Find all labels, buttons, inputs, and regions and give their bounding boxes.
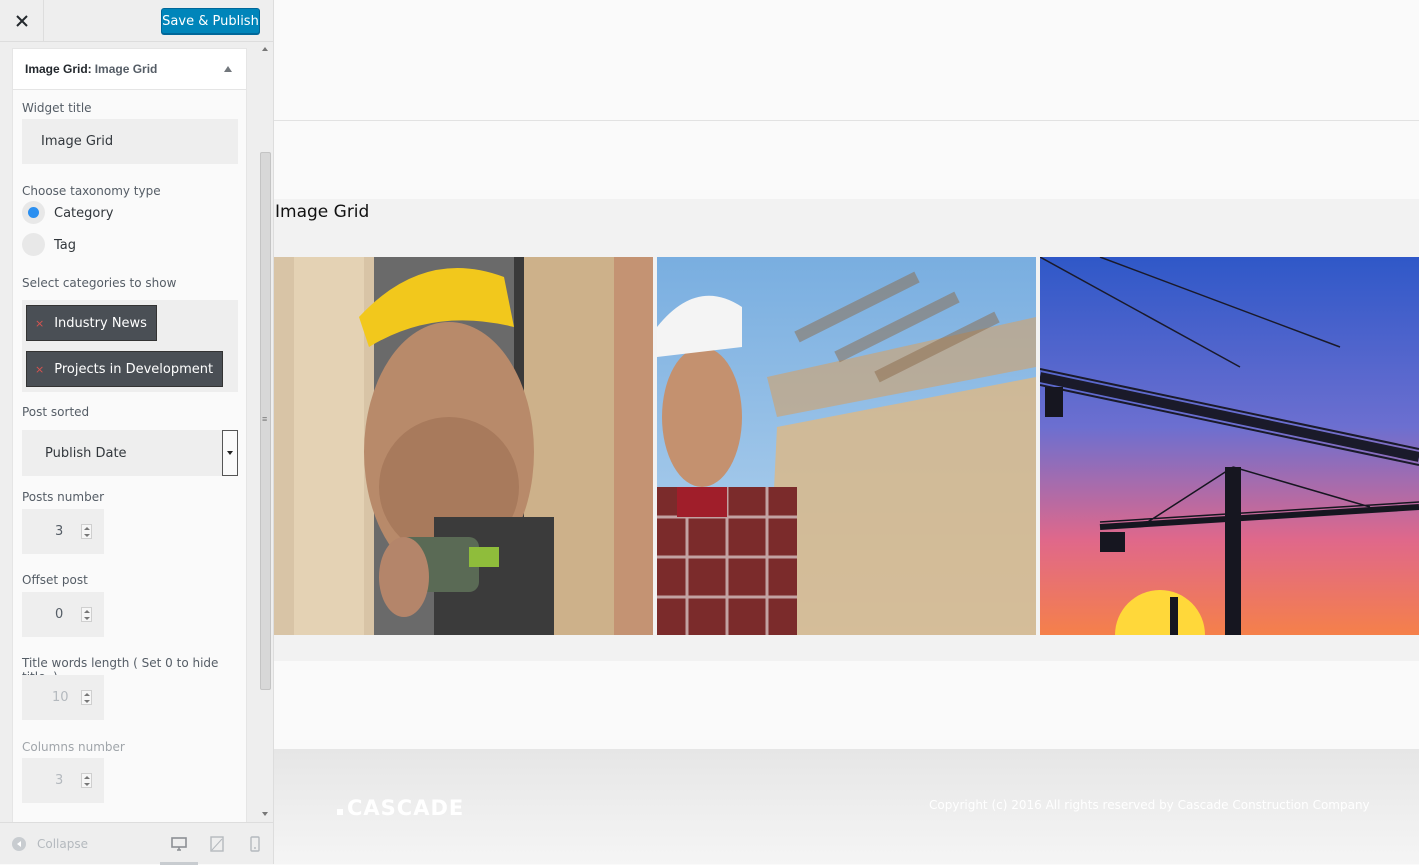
close-icon [15, 15, 28, 27]
offset-post-value: 0 [55, 607, 64, 622]
footer-copyright: Copyright (c) 2016 All rights reserved b… [929, 798, 1370, 812]
sidebar-footer: Collapse [0, 822, 273, 865]
collapse-arrow-icon[interactable] [224, 66, 232, 72]
category-tag-industry-news[interactable]: × Industry News [26, 305, 157, 341]
category-tag-projects[interactable]: × Projects in Development [26, 351, 224, 387]
post-sorted-label: Post sorted [22, 405, 90, 419]
header-divider [274, 120, 1419, 121]
site-logo[interactable]: CASCADE [337, 796, 464, 820]
post-sorted-value: Publish Date [45, 445, 127, 461]
collapse-button[interactable]: Collapse [12, 837, 88, 851]
number-spinner[interactable] [81, 524, 92, 539]
radio-category[interactable] [22, 201, 45, 224]
number-spinner[interactable] [81, 607, 92, 622]
customizer-sidebar: Save & Publish Image Grid: Image Grid Wi… [0, 0, 274, 865]
sidebar-header: Save & Publish [0, 0, 273, 42]
posts-number-input[interactable]: 3 [22, 509, 104, 554]
close-button[interactable] [0, 0, 44, 42]
logo-mark-icon [337, 809, 343, 815]
chevron-down-icon[interactable] [222, 430, 238, 476]
image-grid-widget: Image Grid: Image Grid Widget title Imag… [12, 48, 247, 822]
posts-number-value: 3 [55, 524, 64, 539]
taxonomy-label: Choose taxonomy type [22, 184, 161, 198]
site-logo-text: CASCADE [347, 796, 465, 820]
grid-image-worker-drill[interactable] [274, 257, 653, 635]
scroll-up-icon[interactable] [262, 47, 268, 51]
title-words-input[interactable]: 10 [22, 675, 104, 720]
radio-tag-label: Tag [54, 238, 77, 253]
image-grid-title: Image Grid [275, 202, 370, 222]
categories-label: Select categories to show [22, 276, 177, 290]
categories-multiselect[interactable]: × Industry News × Projects in Developmen… [22, 300, 238, 392]
site-preview: Image Grid CASCADE Copyright (c) 2016 Al… [274, 0, 1419, 864]
widget-title-label: Widget title [22, 101, 92, 115]
post-sorted-select[interactable]: Publish Date [22, 430, 238, 476]
number-spinner[interactable] [81, 690, 92, 705]
number-spinner[interactable] [81, 773, 92, 788]
widget-header[interactable]: Image Grid: Image Grid [13, 49, 246, 90]
collapse-arrow-icon [12, 837, 26, 851]
save-publish-button[interactable]: Save & Publish [161, 8, 260, 34]
category-tag-label: Industry News [54, 315, 147, 331]
collapse-label: Collapse [37, 837, 88, 851]
sidebar-scroll-area: Image Grid: Image Grid Widget title Imag… [0, 42, 273, 822]
remove-tag-icon[interactable]: × [35, 363, 44, 376]
offset-post-label: Offset post [22, 573, 88, 587]
widget-title-name: Image Grid [94, 62, 158, 76]
widget-title-input[interactable]: Image Grid [22, 119, 238, 164]
category-tag-label: Projects in Development [54, 361, 214, 377]
columns-number-value: 3 [55, 773, 64, 788]
remove-tag-icon[interactable]: × [35, 317, 44, 330]
columns-number-label: Columns number [22, 740, 125, 754]
columns-number-input[interactable]: 3 [22, 758, 104, 803]
mobile-icon[interactable] [246, 835, 264, 853]
scroll-down-icon[interactable] [262, 812, 268, 816]
title-words-value: 10 [52, 690, 69, 705]
resize-grip-icon[interactable]: ≡ [262, 414, 267, 424]
grid-image-cranes-sunset[interactable] [1040, 257, 1419, 635]
radio-category-label: Category [54, 206, 114, 221]
offset-post-input[interactable]: 0 [22, 592, 104, 637]
widget-title-prefix: Image Grid: [25, 62, 92, 76]
sidebar-scrollbar[interactable] [258, 42, 273, 822]
posts-number-label: Posts number [22, 490, 105, 504]
tablet-icon[interactable] [208, 835, 226, 853]
desktop-icon[interactable] [160, 835, 198, 865]
grid-image-worker-roof[interactable] [657, 257, 1036, 635]
radio-tag[interactable] [22, 233, 45, 256]
